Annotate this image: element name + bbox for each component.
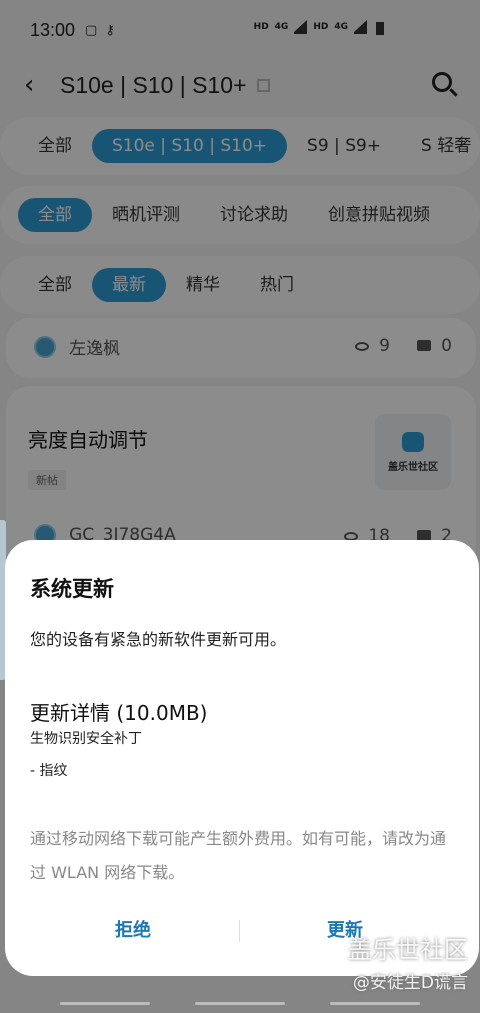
nav-recents[interactable] — [60, 1002, 150, 1005]
watermark-author: @安徒生D谎言 — [352, 973, 468, 993]
reject-button[interactable]: 拒绝 — [115, 916, 151, 942]
button-divider — [239, 920, 240, 942]
update-detail-line: 生物识别安全补丁 — [30, 731, 142, 747]
nav-home[interactable] — [195, 1002, 285, 1005]
dialog-title: 系统更新 — [30, 577, 114, 601]
data-charge-warning: 通过移动网络下载可能产生额外费用。如有可能，请改为通过 WLAN 网络下载。 — [30, 829, 447, 882]
update-details-title: 更新详情 (10.0MB) — [30, 701, 208, 725]
nav-back[interactable] — [330, 1002, 420, 1005]
update-detail-line: - 指纹 — [30, 763, 68, 779]
watermark-text: 盖乐世社区 — [348, 936, 468, 964]
dialog-message: 您的设备有紧急的新软件更新可用。 — [30, 630, 287, 649]
system-update-dialog: 系统更新 您的设备有紧急的新软件更新可用。 更新详情 (10.0MB) 生物识别… — [5, 540, 479, 976]
